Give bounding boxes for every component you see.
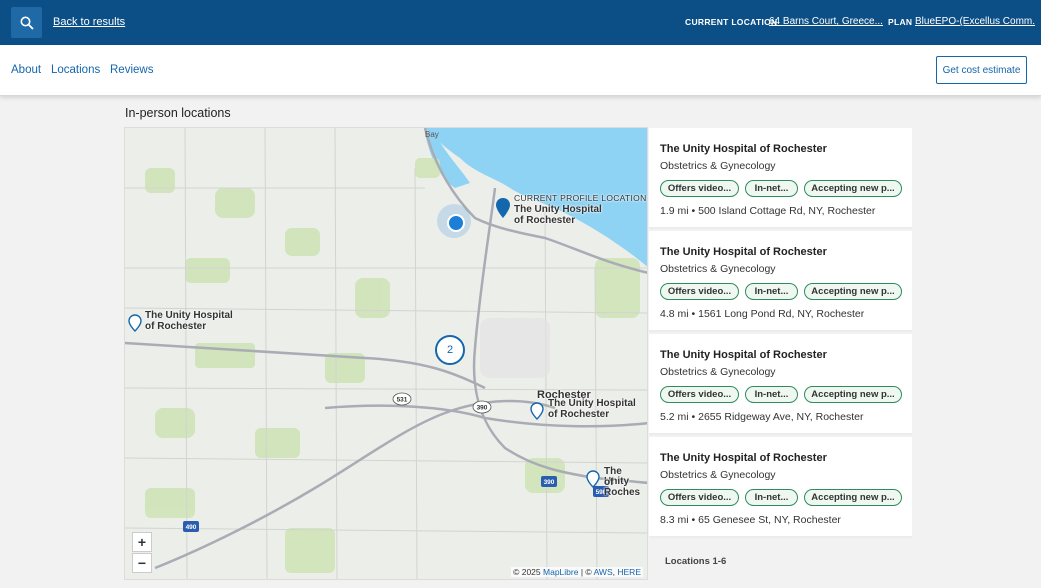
tag-accepting: Accepting new p... <box>804 489 902 506</box>
map-label-hospital-3a: The Unity Hospital <box>548 398 636 409</box>
attribution-copyright: © 2025 <box>513 567 541 577</box>
location-pin-icon[interactable] <box>586 470 600 488</box>
current-location-link[interactable]: 64 Barns Court, Greece... <box>769 16 883 27</box>
location-list: The Unity Hospital of Rochester Obstetri… <box>648 127 913 580</box>
tag-video: Offers video... <box>660 283 739 300</box>
search-button[interactable] <box>11 7 42 38</box>
aws-link[interactable]: AWS <box>594 567 613 577</box>
here-link[interactable]: HERE <box>617 567 641 577</box>
zoom-in-button[interactable]: + <box>132 532 152 552</box>
location-distance: 5.2 mi • 2655 Ridgeway Ave, NY, Rocheste… <box>660 411 864 423</box>
location-pin-icon[interactable] <box>128 314 142 332</box>
search-icon <box>20 16 34 30</box>
maplibre-link[interactable]: MapLibre <box>543 567 578 577</box>
tag-in-network: In-net... <box>745 489 798 506</box>
current-location-label: CURRENT LOCATION <box>685 17 778 27</box>
location-distance: 8.3 mi • 65 Genesee St, NY, Rochester <box>660 514 841 526</box>
map-attribution: © 2025 MapLibre | © AWS, HERE <box>511 567 643 577</box>
location-pin-icon[interactable] <box>530 402 544 420</box>
map-label-hospital-1a: The Unity Hospital <box>514 204 602 215</box>
tag-in-network: In-net... <box>745 386 798 403</box>
tag-accepting: Accepting new p... <box>804 386 902 403</box>
location-name: The Unity Hospital of Rochester <box>660 246 827 258</box>
tag-video: Offers video... <box>660 386 739 403</box>
location-name: The Unity Hospital of Rochester <box>660 349 827 361</box>
map-label-hospital-2a: The Unity Hospital <box>145 310 233 321</box>
route-shield-490: 490 <box>186 524 197 531</box>
map-label-hospital-1b: of Rochester <box>514 215 576 226</box>
plan-link[interactable]: BlueEPO-(Excellus Comm... <box>915 16 1035 27</box>
route-shield-531: 531 <box>397 397 408 404</box>
current-profile-pin-icon[interactable] <box>495 197 511 219</box>
tag-accepting: Accepting new p... <box>804 283 902 300</box>
section-title: In-person locations <box>125 106 231 120</box>
location-specialty: Obstetrics & Gynecology <box>660 263 776 275</box>
attribution-comma: , <box>612 567 615 577</box>
location-distance: 1.9 mi • 500 Island Cottage Rd, NY, Roch… <box>660 205 876 217</box>
get-cost-estimate-button[interactable]: Get cost estimate <box>936 56 1027 84</box>
locations-map[interactable]: 531 390 390 590 490 Bay CURRENT PROFILE … <box>124 127 648 580</box>
location-card[interactable]: The Unity Hospital of Rochester Obstetri… <box>649 334 912 435</box>
tag-video: Offers video... <box>660 180 739 197</box>
my-location-marker <box>437 204 471 238</box>
tag-in-network: In-net... <box>745 283 798 300</box>
location-card[interactable]: The Unity Hospital of Rochester Obstetri… <box>649 437 912 538</box>
tab-reviews[interactable]: Reviews <box>110 64 153 76</box>
current-profile-location-label: CURRENT PROFILE LOCATION <box>514 193 647 203</box>
tab-about[interactable]: About <box>11 64 41 76</box>
map-label-hospital-3b: of Rochester <box>548 409 610 420</box>
location-specialty: Obstetrics & Gynecology <box>660 160 776 172</box>
location-card[interactable]: The Unity Hospital of Rochester Obstetri… <box>649 128 912 229</box>
location-specialty: Obstetrics & Gynecology <box>660 469 776 481</box>
route-shield-390b: 390 <box>544 479 555 486</box>
location-name: The Unity Hospital of Rochester <box>660 452 827 464</box>
location-distance: 4.8 mi • 1561 Long Pond Rd, NY, Rocheste… <box>660 308 865 320</box>
tag-video: Offers video... <box>660 489 739 506</box>
back-to-results-link[interactable]: Back to results <box>53 16 125 28</box>
top-bar: Back to results CURRENT LOCATION 64 Barn… <box>0 0 1041 45</box>
location-specialty: Obstetrics & Gynecology <box>660 366 776 378</box>
profile-nav: About Locations Reviews Get cost estimat… <box>0 45 1041 96</box>
attribution-separator: | © <box>580 567 592 577</box>
map-label-hospital-2b: of Rochester <box>145 321 207 332</box>
tag-in-network: In-net... <box>745 180 798 197</box>
location-name: The Unity Hospital of Rochester <box>660 143 827 155</box>
plan-label: PLAN <box>888 17 913 27</box>
tag-accepting: Accepting new p... <box>804 180 902 197</box>
route-shield-390a: 390 <box>477 405 488 412</box>
map-label-bay: Bay <box>425 130 439 139</box>
locations-count: Locations 1-6 <box>665 556 727 567</box>
cluster-marker[interactable]: 2 <box>435 335 465 365</box>
location-card[interactable]: The Unity Hospital of Rochester Obstetri… <box>649 231 912 332</box>
tab-locations[interactable]: Locations <box>51 64 100 76</box>
zoom-out-button[interactable]: − <box>132 553 152 573</box>
map-label-hospital-4b: of Roches <box>604 477 641 498</box>
